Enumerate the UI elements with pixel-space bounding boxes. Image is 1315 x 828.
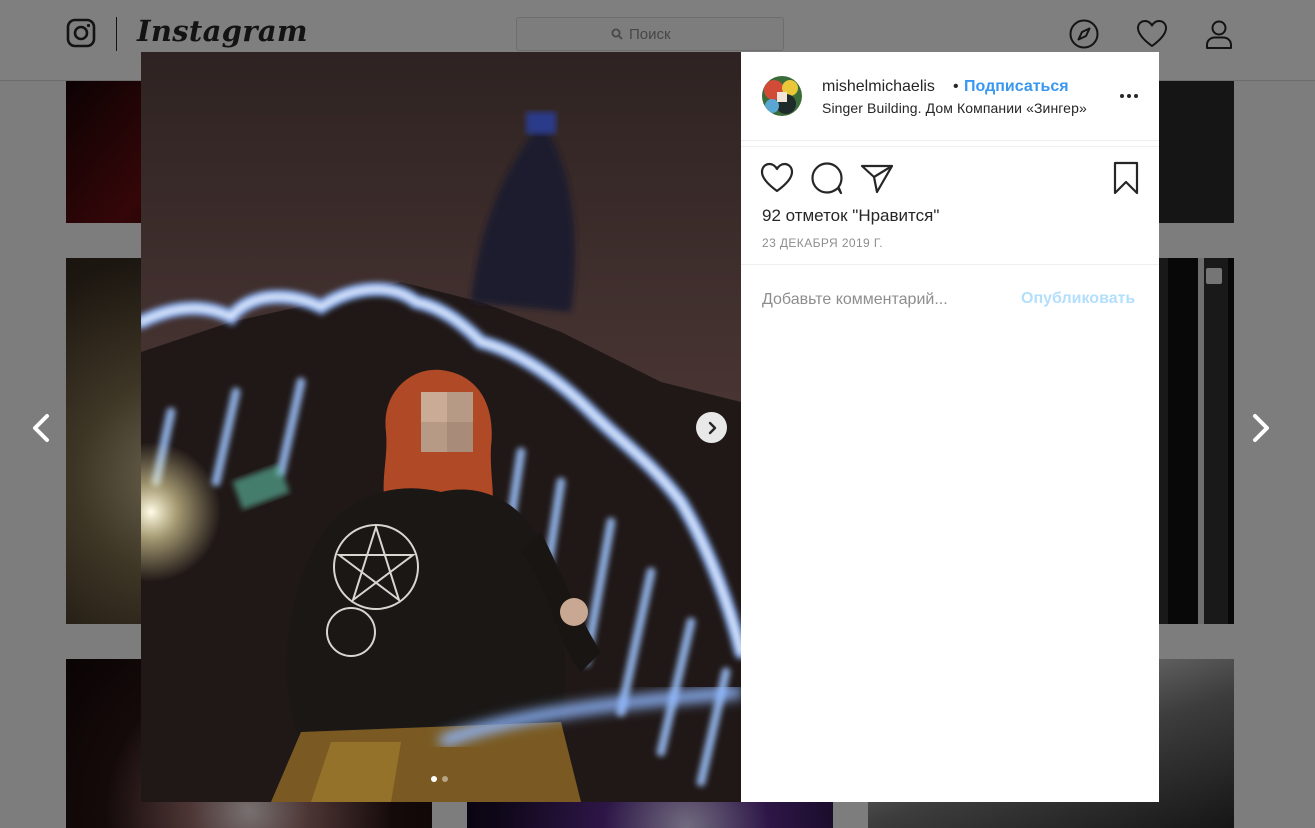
comment-input[interactable]	[762, 288, 1012, 312]
chevron-right-icon[interactable]	[1240, 408, 1280, 448]
divider	[741, 146, 1159, 147]
post-date[interactable]: 23 декабря 2019 г.	[762, 236, 883, 250]
paper-plane-icon[interactable]	[860, 160, 894, 196]
post-header: mishelmichaelis • Подписаться Singer Bui…	[741, 52, 1159, 141]
carousel-next-button[interactable]	[696, 412, 727, 443]
carousel-indicator	[431, 776, 448, 782]
post-actions	[741, 160, 1159, 200]
chevron-left-icon[interactable]	[22, 408, 62, 448]
post-details-panel: mishelmichaelis • Подписаться Singer Bui…	[741, 52, 1159, 802]
chevron-right-icon	[708, 421, 716, 434]
follow-button[interactable]: Подписаться	[964, 78, 1069, 96]
likes-count[interactable]: 92 отметок "Нравится"	[762, 206, 939, 226]
carousel-dot	[442, 776, 448, 782]
post-media[interactable]	[141, 52, 741, 802]
post-photo	[141, 52, 741, 802]
header-separator: •	[953, 78, 959, 95]
publish-button[interactable]: Опубликовать	[1021, 290, 1135, 308]
post-modal: mishelmichaelis • Подписаться Singer Bui…	[141, 52, 1159, 802]
ellipsis-icon[interactable]	[1118, 88, 1140, 104]
comment-bubble-icon[interactable]	[810, 160, 844, 196]
post-username[interactable]: mishelmichaelis	[822, 78, 935, 96]
avatar[interactable]	[762, 76, 802, 116]
divider	[741, 264, 1159, 265]
heart-outline-icon[interactable]	[760, 160, 794, 196]
bookmark-icon[interactable]	[1109, 160, 1143, 196]
post-location[interactable]: Singer Building. Дом Компании «Зингер»	[822, 100, 1087, 116]
carousel-dot-active	[431, 776, 437, 782]
